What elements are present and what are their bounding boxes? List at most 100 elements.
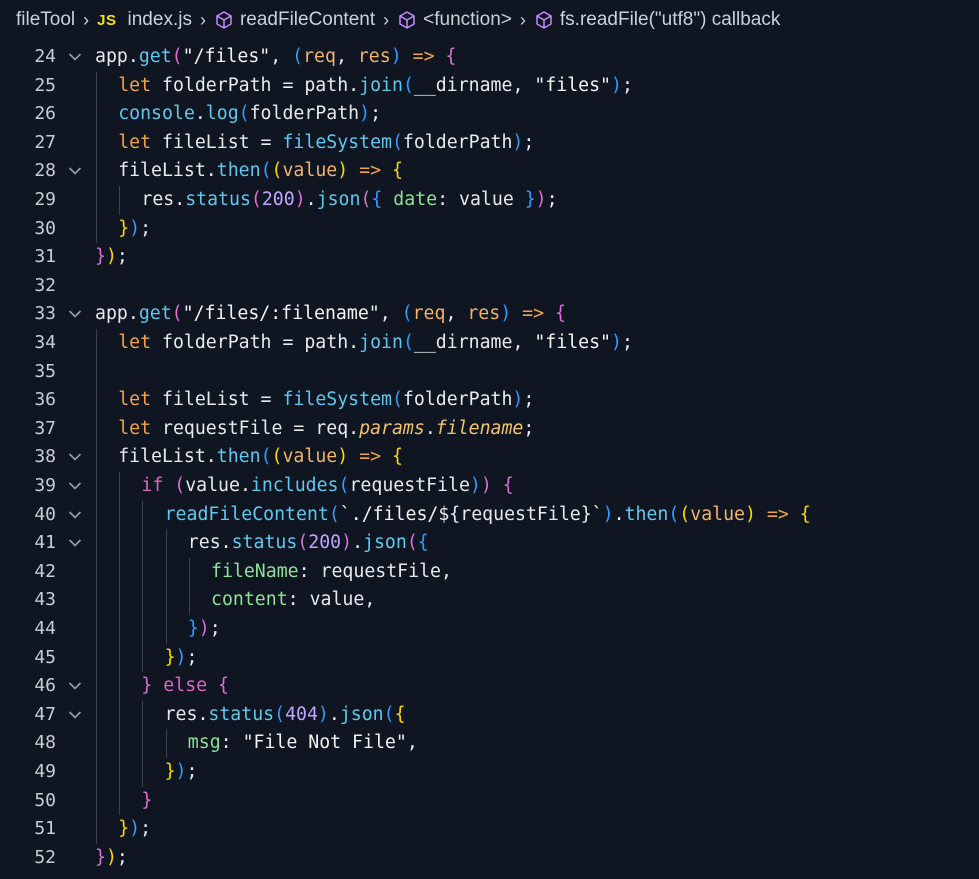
indent-guide: [119, 500, 121, 530]
code-token: =: [271, 74, 305, 96]
code-token: json: [316, 189, 361, 210]
indent-guide: [96, 329, 97, 358]
code-token: (: [171, 46, 183, 67]
code-line[interactable]: 49});: [0, 758, 979, 787]
code-token: path: [304, 332, 349, 353]
fold-chevron-icon[interactable]: [66, 529, 86, 558]
code-token: folderPath: [402, 131, 513, 153]
code-line[interactable]: 45});: [0, 643, 979, 673]
code-token: readFileContent: [164, 503, 329, 525]
code-token: ): [611, 74, 622, 96]
line-number: 31: [34, 246, 56, 268]
code-text: readFileContent(`./files/${requestFile}`…: [165, 501, 811, 530]
code-line[interactable]: 46} else {: [0, 672, 979, 701]
code-token: fileList: [162, 389, 250, 411]
code-token: (: [274, 703, 286, 725]
code-token: }: [141, 675, 153, 697]
code-token: ): [512, 131, 524, 153]
code-line[interactable]: 32: [0, 272, 979, 301]
code-line[interactable]: 47 res.status(404).json({: [0, 700, 979, 730]
fold-chevron-icon[interactable]: [66, 43, 86, 72]
code-token: get: [138, 303, 172, 325]
code-token: ): [198, 618, 210, 639]
line-number: 32: [34, 274, 56, 296]
code-line[interactable]: 41 res.status(200).json({: [0, 529, 979, 558]
indent-guide: [188, 557, 190, 587]
code-line[interactable]: 40 readFileContent(`./files/${requestFile…: [0, 500, 979, 530]
fold-chevron-icon[interactable]: [66, 443, 86, 472]
code-text: fileName: requestFile,: [211, 558, 452, 587]
code-token: ): [480, 475, 492, 496]
breadcrumb-symbol-readfilecontent[interactable]: readFileContent: [214, 9, 375, 31]
code-line[interactable]: 43 content: value,: [0, 586, 979, 615]
code-editor[interactable]: 24 app.get("/files", (req, res) => {25 let…: [0, 40, 979, 879]
code-text: app.get("/files", (req, res) => {: [95, 43, 456, 72]
code-token: "/files/:filename": [182, 303, 380, 325]
code-token: 404: [285, 703, 318, 725]
code-line[interactable]: 31});: [0, 243, 979, 272]
fold-chevron-icon[interactable]: [66, 157, 86, 186]
code-token: (: [250, 189, 262, 210]
line-number: 28: [34, 160, 56, 182]
code-token: ;: [209, 618, 221, 639]
code-token: }: [580, 503, 592, 525]
code-line[interactable]: 39 if (value.includes(requestFile)) {: [0, 472, 979, 501]
code-line[interactable]: 24 app.get("/files", (req, res) => {: [0, 43, 979, 72]
code-text: let requestFile = req.params.filename;: [118, 415, 534, 444]
breadcrumb-symbol-function[interactable]: <function>: [397, 9, 512, 31]
breadcrumb-symbol-callback[interactable]: fs.readFile("utf8") callback: [534, 9, 780, 31]
fold-chevron-icon[interactable]: [66, 472, 86, 501]
fold-chevron-icon[interactable]: [66, 672, 86, 701]
line-number: 47: [34, 703, 56, 725]
indent-guide: [142, 729, 144, 758]
code-line[interactable]: 27 let fileList = fileSystem(folderPath);: [0, 128, 979, 158]
code-token: "files": [534, 332, 612, 353]
fold-chevron-icon[interactable]: [66, 501, 86, 530]
code-line[interactable]: 42 fileName: requestFile,: [0, 557, 979, 587]
code-line[interactable]: 36 let fileList = fileSystem(folderPath);: [0, 386, 979, 415]
code-line[interactable]: 52});: [0, 844, 979, 873]
code-line[interactable]: 35: [0, 357, 979, 387]
breadcrumb-file[interactable]: JS index.js: [97, 9, 192, 31]
line-number: 48: [34, 732, 56, 754]
code-line[interactable]: 34 let folderPath = path.join(__dirname, …: [0, 329, 979, 358]
code-text: let fileList = fileSystem(folderPath);: [118, 129, 534, 158]
code-token: ;: [140, 818, 152, 840]
code-line[interactable]: 51});: [0, 815, 979, 844]
code-token: ): [359, 103, 371, 125]
code-line[interactable]: 38 fileList.then((value) => {: [0, 443, 979, 472]
code-line[interactable]: 37 let requestFile = req.params.filename;: [0, 414, 979, 444]
line-number: 39: [34, 475, 56, 496]
fold-chevron-icon[interactable]: [66, 300, 86, 329]
code-token: :: [287, 589, 310, 611]
line-number: 24: [34, 46, 56, 67]
code-token: requestFile: [349, 475, 470, 496]
code-token: else: [163, 675, 219, 697]
code-token: (: [679, 503, 691, 525]
fold-chevron-icon[interactable]: [66, 701, 86, 730]
code-token: (: [391, 131, 403, 153]
code-line[interactable]: 25 let folderPath = path.join(__dirname, …: [0, 71, 979, 101]
code-token: =: [271, 332, 305, 353]
breadcrumb-folder[interactable]: fileTool: [16, 9, 75, 31]
code-line[interactable]: 30});: [0, 214, 979, 244]
code-line[interactable]: 48 msg: "File Not File",: [0, 729, 979, 758]
code-token: }: [118, 818, 130, 840]
code-line[interactable]: 29 res.status(200).json({ date: value });: [0, 186, 979, 215]
indent-guide: [142, 500, 144, 530]
code-line[interactable]: 50}: [0, 786, 979, 816]
code-line[interactable]: 44});: [0, 615, 979, 644]
code-token: .: [205, 160, 217, 182]
indent-guide: [165, 529, 167, 558]
code-line[interactable]: 28 fileList.then((value) => {: [0, 157, 979, 186]
code-line[interactable]: 26 console.log(folderPath);: [0, 100, 979, 129]
line-number: 35: [34, 360, 56, 382]
code-line[interactable]: 33 app.get("/files/:filename", (req, res)…: [0, 300, 979, 329]
code-token: ;: [523, 389, 535, 411]
code-token: :: [220, 732, 243, 754]
